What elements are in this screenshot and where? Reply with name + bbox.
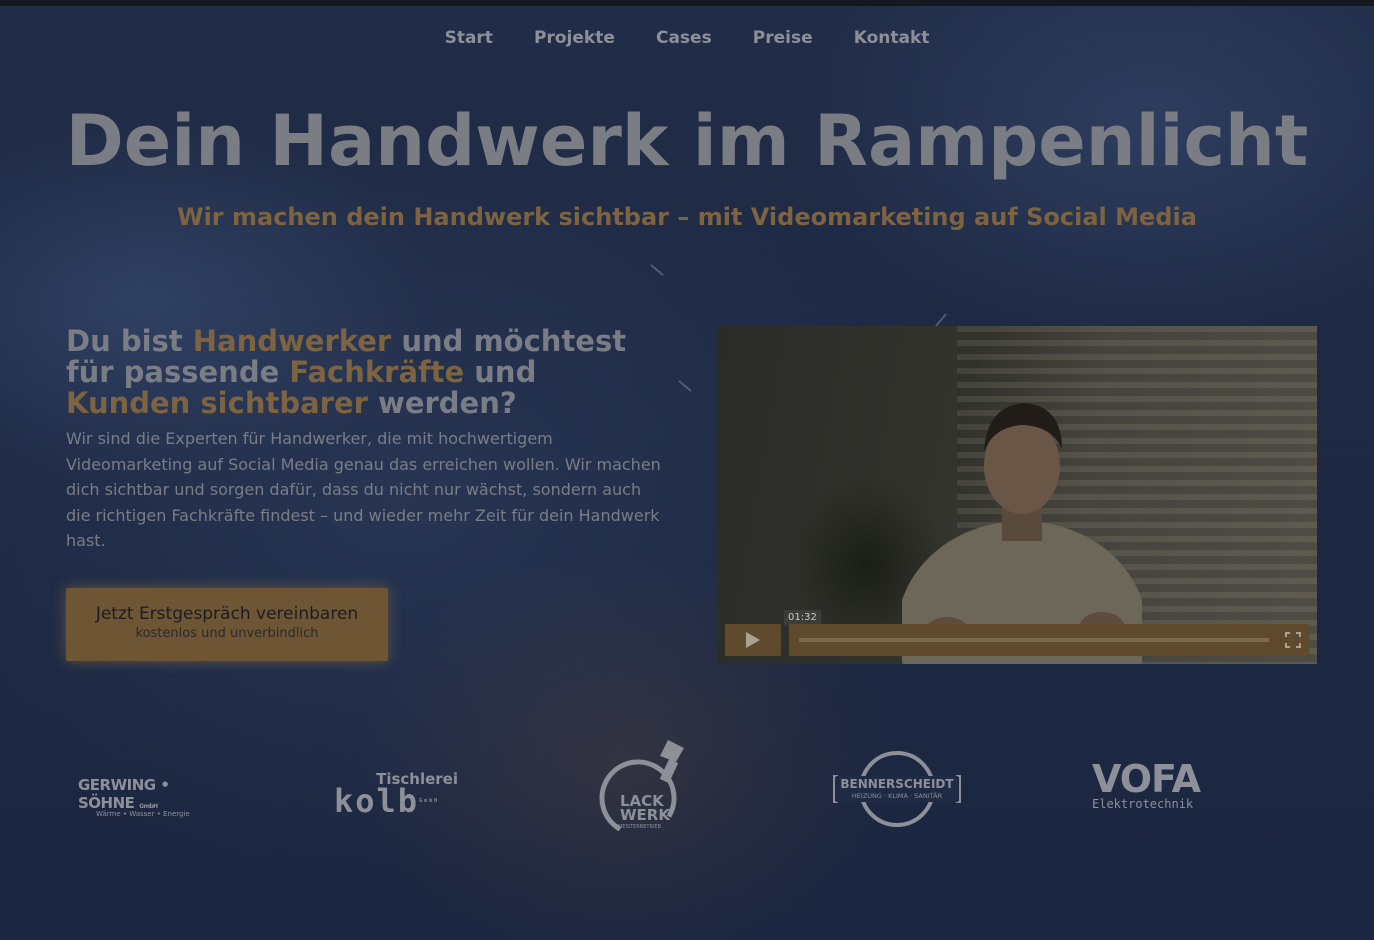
play-button[interactable] [725,624,781,656]
video-control-bar [789,624,1309,656]
nav-item-start[interactable]: Start [445,28,493,48]
logo-bennerscheidt: BENNERSCHEIDT HEIZUNG · KLIMA · SANITÄR [832,750,962,828]
logo-vofa: VOFA Elektrotechnik [1092,757,1201,811]
logo-gerwing-soehne: GERWING • SÖHNE GmbH Wärme • Wasser • En… [78,776,190,818]
video-player[interactable]: 01:32 [717,326,1317,664]
hero-title: Dein Handwerk im Rampenlicht [65,100,1309,182]
nav-item-cases[interactable]: Cases [656,28,712,48]
cta-button[interactable]: Jetzt Erstgespräch vereinbaren kostenlos… [66,588,388,661]
nav-item-projekte[interactable]: Projekte [534,28,615,48]
video-duration-tooltip: 01:32 [784,610,821,625]
main-nav: Start Projekte Cases Preise Kontakt [0,28,1374,48]
nav-item-kontakt[interactable]: Kontakt [854,28,930,48]
cta-sublabel: kostenlos und unverbindlich [135,626,319,641]
video-progress-track[interactable] [799,638,1269,642]
fullscreen-icon[interactable] [1285,632,1301,648]
nav-item-preise[interactable]: Preise [753,28,813,48]
video-frame-person [902,403,1142,664]
intro-headline: Du bist Handwerker und möchtest für pass… [66,324,627,420]
play-icon [746,632,760,648]
hero-subtitle: Wir machen dein Handwerk sichtbar – mit … [177,203,1197,231]
top-bar [0,0,1374,6]
cta-label: Jetzt Erstgespräch vereinbaren [95,604,359,624]
intro-description: Wir sind die Experten für Handwerker, di… [66,429,661,550]
logo-tischlerei-kolb: Tischlerei kolbGmbH [334,770,458,820]
logo-lackwerk: LACK WERK MEISTERBETRIEB [598,736,694,832]
